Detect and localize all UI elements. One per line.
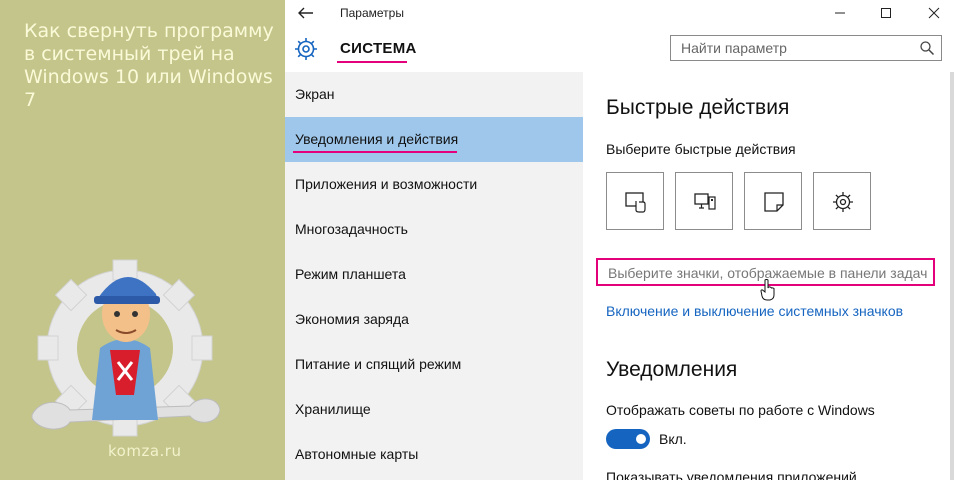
settings-content: Быстрые действия Выберите быстрые действ…: [583, 72, 945, 480]
sidebar-item-display[interactable]: Экран: [285, 72, 583, 117]
quick-action-project[interactable]: [675, 172, 733, 230]
site-watermark: komza.ru: [108, 442, 182, 460]
search-icon[interactable]: [919, 40, 935, 56]
close-icon: [928, 7, 940, 19]
sidebar-item-apps[interactable]: Приложения и возможности: [285, 162, 583, 207]
sidebar-item-label: Экран: [295, 86, 335, 102]
sidebar-item-label: Режим планшета: [295, 266, 406, 282]
sidebar-item-label: Питание и спящий режим: [295, 356, 462, 372]
quick-action-tablet-mode[interactable]: [606, 172, 664, 230]
title-bar: Параметры: [285, 0, 960, 28]
settings-window: Параметры СИСТЕМА Экран: [285, 0, 960, 480]
hand-cursor-icon: [760, 279, 775, 301]
quick-actions-subtitle: Выберите быстрые действия: [606, 141, 796, 157]
back-button[interactable]: [293, 3, 319, 23]
sidebar-item-offline-maps[interactable]: Автономные карты: [285, 432, 583, 477]
tablet-mode-icon: [625, 192, 646, 213]
tips-label: Отображать советы по работе с Windows: [606, 402, 875, 418]
quick-action-settings[interactable]: [813, 172, 871, 230]
search-box[interactable]: [670, 35, 942, 61]
minimize-icon: [835, 12, 845, 14]
back-arrow-icon: [298, 7, 313, 19]
content-scrollbar[interactable]: [945, 72, 960, 480]
mascot-illustration: [31, 259, 220, 437]
sidebar-nav: Экран Уведомления и действия Приложения …: [285, 72, 583, 480]
maximize-icon: [881, 8, 891, 18]
sidebar-item-label: Приложения и возможности: [295, 176, 478, 192]
tips-toggle[interactable]: [606, 429, 650, 449]
minimize-button[interactable]: [817, 0, 863, 26]
scrollbar-thumb[interactable]: [950, 72, 954, 480]
tips-toggle-state: Вкл.: [659, 431, 687, 447]
section-title: СИСТЕМА: [340, 40, 417, 57]
sidebar-item-multitasking[interactable]: Многозадачность: [285, 207, 583, 252]
active-item-underline: [293, 151, 457, 153]
app-notifications-label: Показывать уведомления приложений: [606, 469, 857, 480]
sidebar-item-label: Хранилище: [295, 401, 371, 417]
article-title: Как свернуть программу в системный трей …: [24, 20, 274, 111]
window-title: Параметры: [340, 6, 404, 20]
sidebar-item-storage[interactable]: Хранилище: [285, 387, 583, 432]
quick-action-note[interactable]: [744, 172, 802, 230]
article-banner: Как свернуть программу в системный трей …: [0, 0, 285, 480]
sidebar-item-label: Экономия заряда: [295, 311, 409, 327]
section-title-underline: [337, 61, 407, 63]
close-button[interactable]: [911, 0, 957, 26]
sidebar-item-notifications[interactable]: Уведомления и действия: [285, 117, 583, 162]
notifications-heading: Уведомления: [606, 358, 738, 381]
sidebar-item-battery-saver[interactable]: Экономия заряда: [285, 297, 583, 342]
maximize-button[interactable]: [863, 0, 909, 26]
project-icon: [694, 193, 716, 210]
quick-actions-heading: Быстрые действия: [606, 96, 790, 119]
sidebar-item-label: Уведомления и действия: [295, 131, 459, 147]
system-icons-link[interactable]: Включение и выключение системных значков: [606, 303, 903, 319]
settings-header: СИСТЕМА: [285, 28, 960, 72]
settings-gear-icon: [833, 192, 853, 212]
note-icon: [764, 192, 784, 212]
gear-icon: [295, 38, 317, 60]
sidebar-item-power-sleep[interactable]: Питание и спящий режим: [285, 342, 583, 387]
sidebar-item-tablet-mode[interactable]: Режим планшета: [285, 252, 583, 297]
sidebar-item-label: Многозадачность: [295, 221, 408, 237]
sidebar-item-label: Автономные карты: [295, 446, 419, 462]
toggle-knob: [636, 434, 646, 444]
search-input[interactable]: [671, 36, 911, 60]
